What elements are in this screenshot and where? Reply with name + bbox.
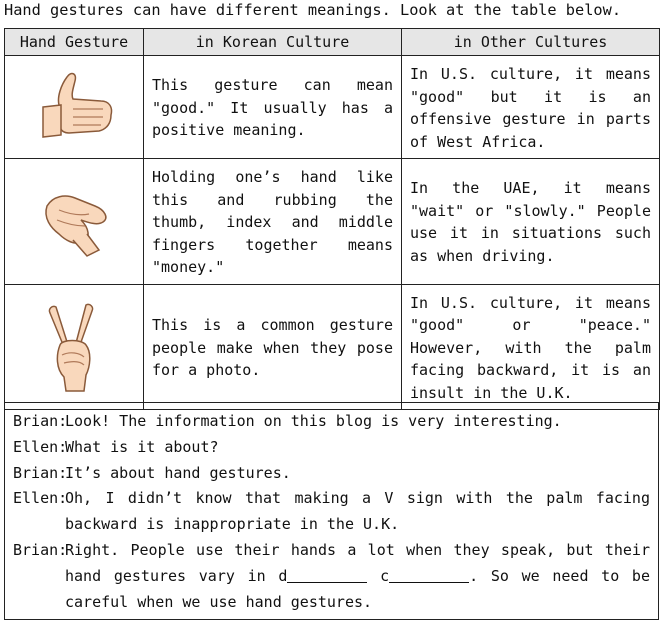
speaker-name: Brian: <box>13 540 68 559</box>
utterance: Oh, I didn’t know that making a V sign w… <box>65 489 650 534</box>
thumbs-up-hand-icon <box>42 72 113 138</box>
utterance: It’s about hand gestures. <box>65 463 291 482</box>
dialog-line: Brian: Look! The information on this blo… <box>13 409 650 435</box>
other-meaning: In U.S. culture, it means "good" but it … <box>401 55 660 159</box>
table-row: This is a common gesture people make whe… <box>4 283 660 410</box>
header-other-cultures: in Other Cultures <box>401 28 660 56</box>
utterance: Right. People use their hands a lot when… <box>65 538 650 615</box>
dialog-line: Brian: Right. People use their hands a l… <box>13 538 650 615</box>
header-hand-gesture: Hand Gesture <box>4 28 144 56</box>
korean-meaning: Holding one’s hand like this and rubbing… <box>143 158 402 285</box>
speaker-name: Ellen: <box>13 437 68 456</box>
money-rubbing-fingers-icon <box>45 195 107 258</box>
speaker-name: Brian: <box>13 412 68 430</box>
gesture-image-cell <box>4 158 144 285</box>
korean-meaning: This is a common gesture people make whe… <box>143 283 402 410</box>
dialog-box: Brian: Look! The information on this blo… <box>4 402 659 620</box>
utterance-part: c <box>367 566 390 585</box>
gesture-image-cell <box>4 55 144 159</box>
header-korean-culture: in Korean Culture <box>143 28 402 56</box>
dialog-line: Brian: It’s about hand gestures. <box>13 461 650 487</box>
blank-d <box>287 568 368 583</box>
speaker-name: Brian: <box>13 463 68 482</box>
speaker-name: Ellen: <box>13 489 68 508</box>
table-header-row: Hand Gesture in Korean Culture in Other … <box>4 28 660 56</box>
v-sign-hand-icon <box>48 303 94 392</box>
utterance: Look! The information on this blog is ve… <box>65 412 562 430</box>
korean-meaning: This gesture can mean "good." It usually… <box>143 55 402 159</box>
other-meaning: In the UAE, it means "wait" or "slowly."… <box>401 158 660 285</box>
gesture-image-cell <box>4 283 144 410</box>
other-meaning: In U.S. culture, it means "good" or "pea… <box>401 283 660 410</box>
dialog-line: Ellen: Oh, I didn’t know that making a V… <box>13 486 650 538</box>
blank-c <box>389 568 470 583</box>
utterance: What is it about? <box>65 437 219 456</box>
intro-text: Hand gestures can have different meaning… <box>4 1 622 19</box>
dialog-line: Ellen: What is it about? <box>13 435 650 461</box>
table-row: Holding one’s hand like this and rubbing… <box>4 158 660 285</box>
gesture-table: Hand Gesture in Korean Culture in Other … <box>4 28 660 410</box>
table-row: This gesture can mean "good." It usually… <box>4 55 660 159</box>
